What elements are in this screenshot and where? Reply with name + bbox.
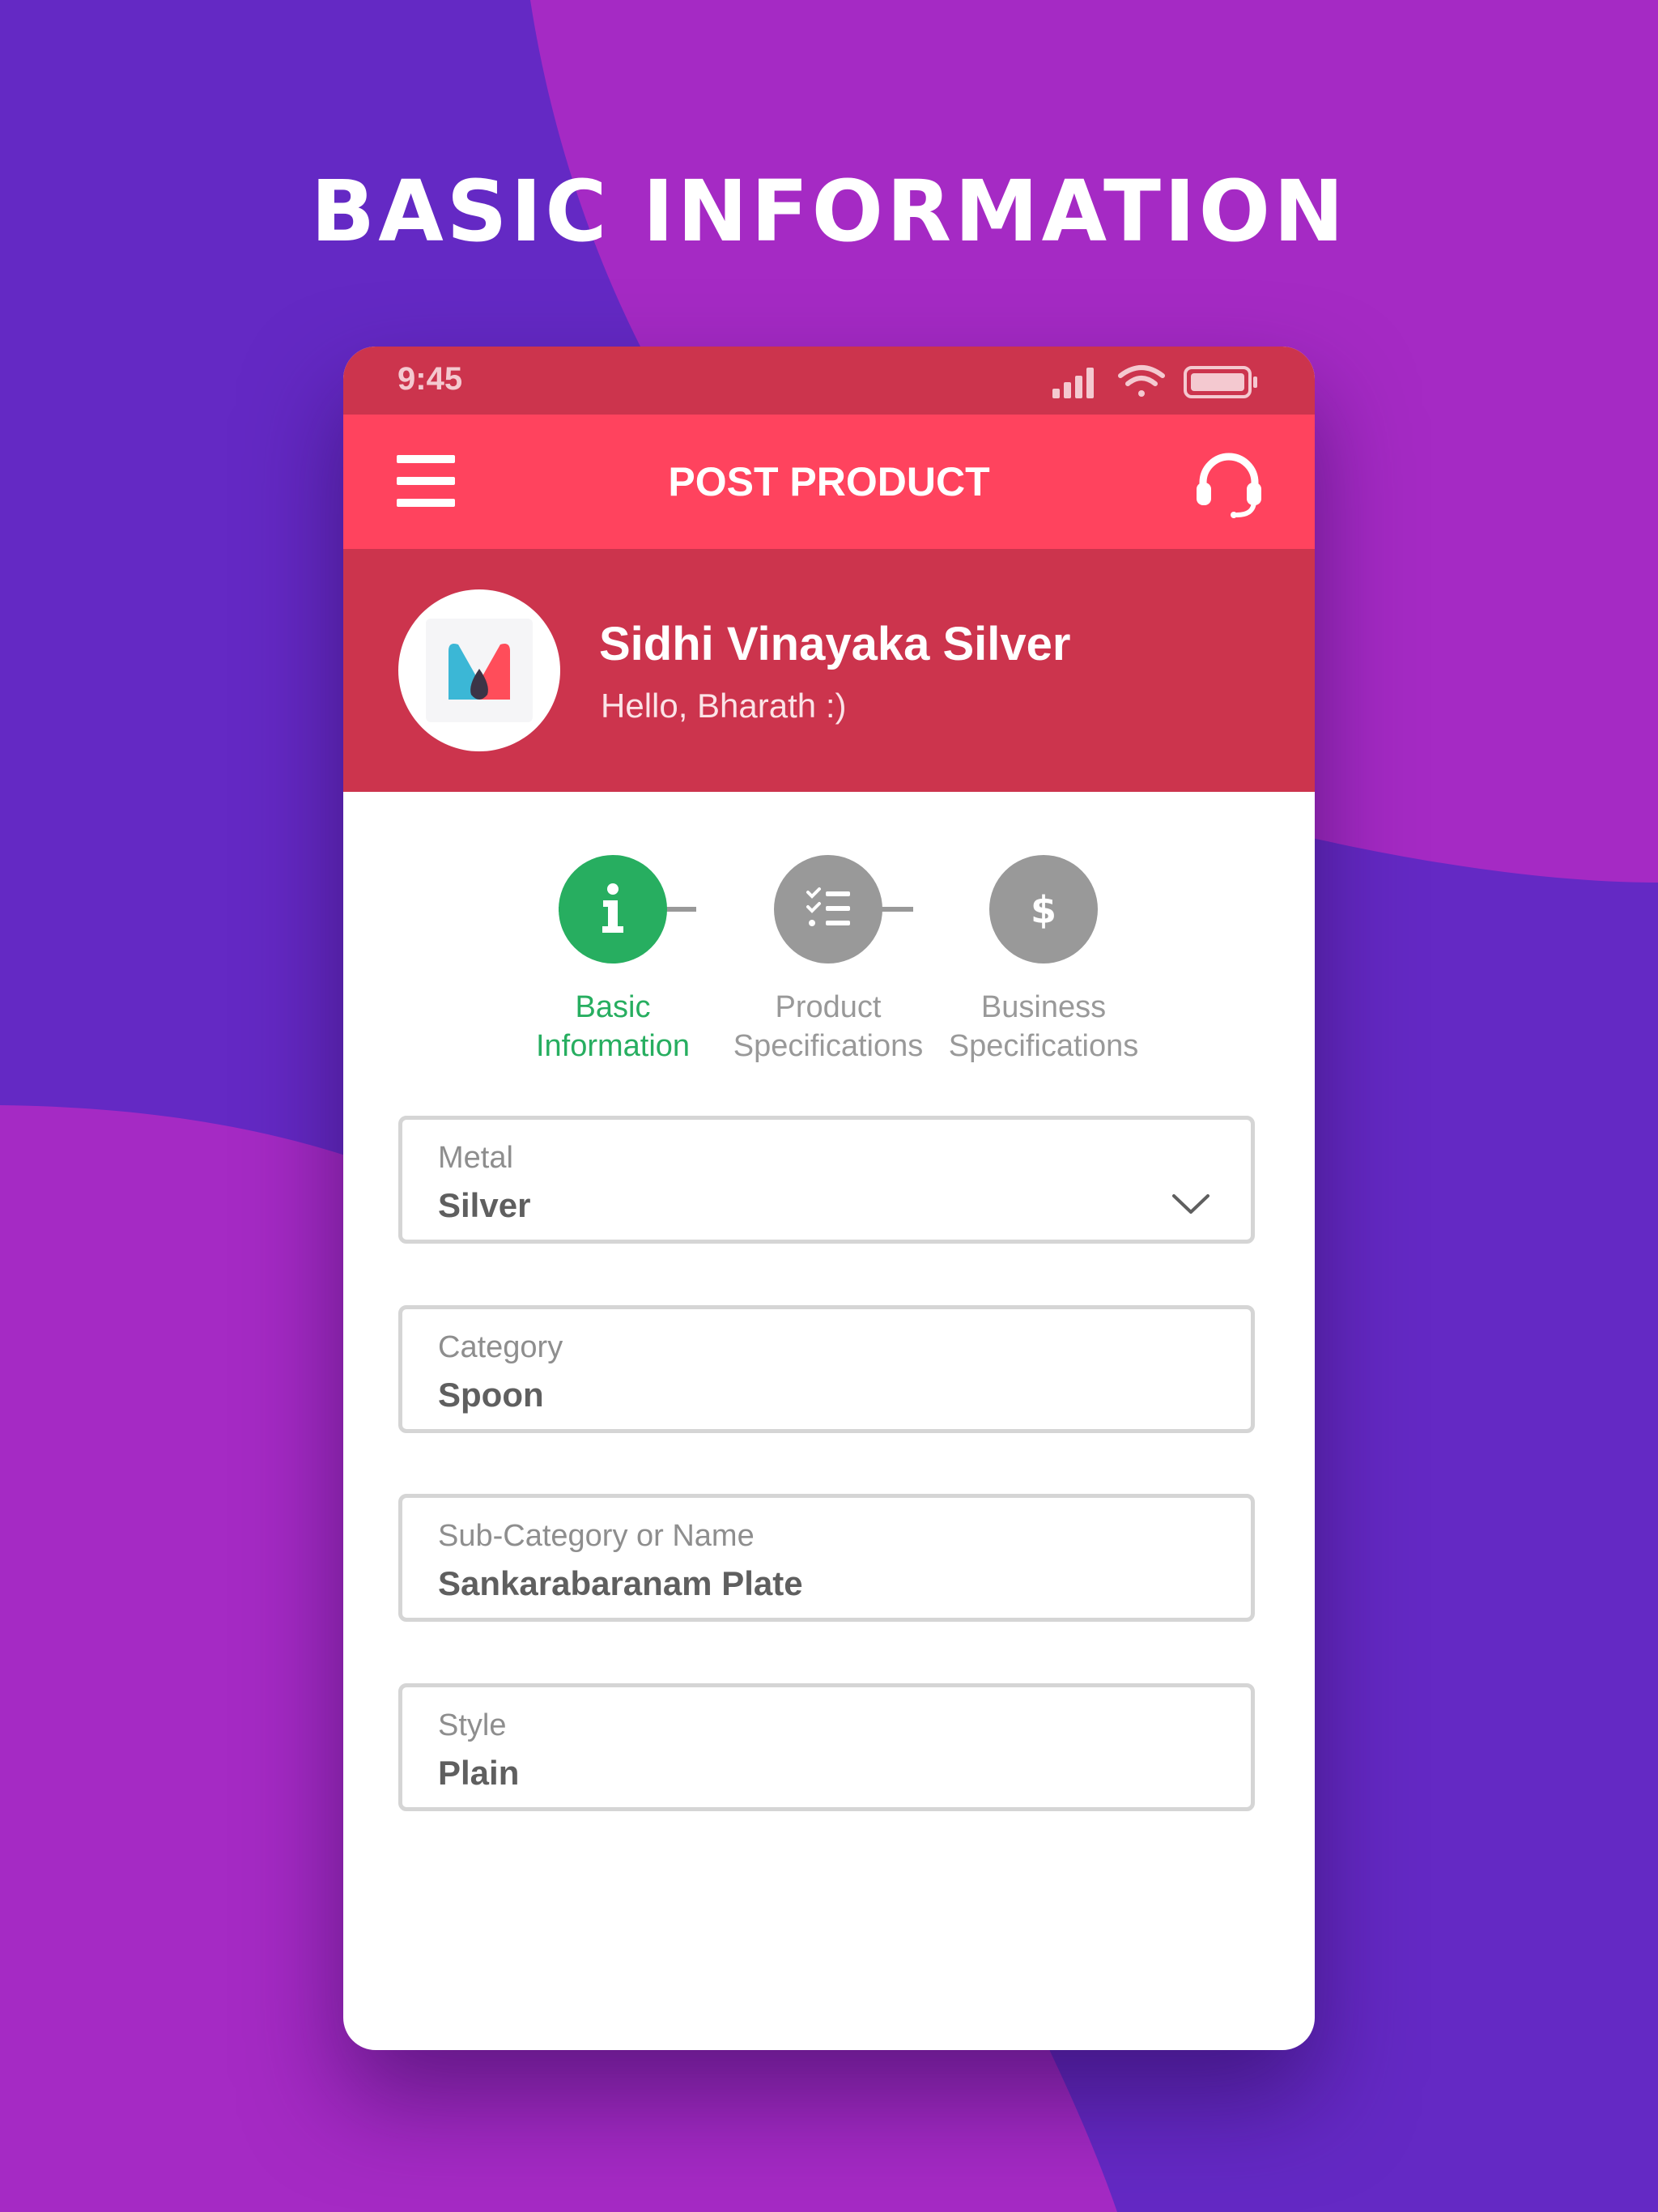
- style-field[interactable]: Style Plain: [398, 1683, 1255, 1811]
- signal-icon: [1052, 368, 1094, 398]
- svg-text:$: $: [1031, 888, 1056, 932]
- m-logo-icon: [426, 619, 533, 722]
- sub-category-field[interactable]: Sub-Category or Name Sankarabaranam Plat…: [398, 1494, 1255, 1622]
- info-icon: [602, 883, 623, 933]
- category-field[interactable]: Category Spoon: [398, 1305, 1255, 1433]
- step-label-line: Specifications: [733, 1029, 924, 1063]
- step-business-specifications[interactable]: $: [989, 855, 1098, 963]
- hamburger-menu-icon[interactable]: [397, 455, 455, 507]
- step-label-line: Information: [535, 1029, 691, 1063]
- field-value: Spoon: [438, 1376, 544, 1414]
- step-product-specifications[interactable]: [774, 855, 882, 963]
- step-label-line: Specifications: [948, 1029, 1139, 1063]
- wifi-icon: [1118, 365, 1165, 397]
- headset-support-icon[interactable]: [1195, 450, 1263, 518]
- field-label: Style: [438, 1708, 507, 1742]
- field-label: Category: [438, 1330, 563, 1364]
- field-label: Metal: [438, 1141, 513, 1175]
- profile-header: Sidhi Vinayaka Silver Hello, Bharath :): [343, 549, 1315, 792]
- avatar: [398, 589, 560, 751]
- field-value: Silver: [438, 1186, 531, 1224]
- battery-icon: [1184, 366, 1257, 398]
- status-time: 9:45: [397, 361, 463, 397]
- status-icons: [1052, 363, 1263, 400]
- field-value: Sankarabaranam Plate: [438, 1564, 803, 1602]
- page-headline: BASIC INFORMATION: [310, 162, 1348, 261]
- status-bar: 9:45: [343, 347, 1315, 415]
- phone-screen: 9:45 POST PRODUCT Sidhi Vinayaka Silver …: [343, 347, 1315, 2050]
- step-label-line: Product: [775, 990, 882, 1024]
- step-label-basic-information: Basic Information: [500, 988, 726, 1066]
- step-basic-information[interactable]: [559, 855, 667, 963]
- field-label: Sub-Category or Name: [438, 1519, 755, 1553]
- dollar-icon: $: [1031, 888, 1056, 932]
- step-label-line: Basic: [575, 990, 651, 1024]
- metal-dropdown[interactable]: Metal Silver: [398, 1116, 1255, 1244]
- greeting-text: Hello, Bharath :): [601, 687, 847, 725]
- step-label-business-specifications: Business Specifications: [930, 988, 1157, 1066]
- chevron-down-icon[interactable]: [1171, 1193, 1210, 1215]
- step-label-product-specifications: Product Specifications: [715, 988, 942, 1066]
- company-name: Sidhi Vinayaka Silver: [599, 618, 1071, 670]
- step-label-line: Business: [980, 990, 1107, 1024]
- field-value: Plain: [438, 1754, 520, 1792]
- progress-stepper: $ Basic Information Product Specificatio…: [343, 850, 1315, 1077]
- app-title: POST PRODUCT: [668, 459, 990, 504]
- checklist-icon: [806, 887, 850, 926]
- app-bar: POST PRODUCT: [343, 415, 1315, 549]
